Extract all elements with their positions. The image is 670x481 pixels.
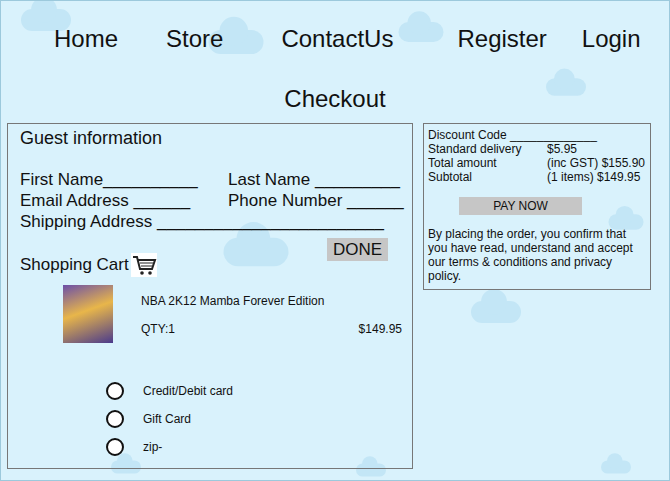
cloud-icon [111, 460, 141, 473]
discount-field[interactable]: Discount Code _____________ [428, 128, 646, 142]
checkout-main: Guest information First Name__________Las… [1, 113, 669, 469]
radio-button[interactable] [106, 382, 124, 400]
cloud-icon [399, 22, 444, 42]
page-title: Checkout [1, 85, 669, 113]
item-qty: QTY:1 [141, 322, 175, 336]
guest-panel: Guest information First Name__________Las… [7, 123, 413, 469]
nav-link[interactable]: Login [582, 25, 641, 53]
nav-link[interactable]: ContactUs [281, 25, 393, 53]
summary-label: Total amount [428, 156, 547, 170]
cart-header: Shopping Cart DONE [20, 238, 402, 277]
summary-label: Subtotal [428, 170, 547, 184]
payment-options: Credit/Debit cardGift Cardzip- [106, 377, 402, 461]
pay-now-button[interactable]: PAY NOW [459, 197, 582, 215]
summary-label: Standard delivery [428, 142, 547, 156]
form-field[interactable]: Last Name _________ [228, 169, 404, 190]
item-info: NBA 2K12 Mamba Forever Edition QTY:1 $149.… [141, 285, 402, 343]
product-image [63, 285, 113, 343]
form-field[interactable]: First Name__________ [20, 169, 228, 190]
item-name: NBA 2K12 Mamba Forever Edition [141, 294, 402, 308]
summary-panel: Discount Code _____________Standard deli… [423, 123, 651, 290]
cloud-icon [601, 460, 631, 473]
nav-link[interactable]: Register [457, 25, 546, 53]
summary-value: (1 items) $149.95 [547, 170, 646, 184]
payment-option[interactable]: Gift Card [106, 405, 402, 433]
nav-bar: Home Store ContactUs Register Login [1, 1, 669, 53]
cart-icon [131, 253, 157, 277]
form-field[interactable]: Email Address ______ [20, 190, 228, 211]
item-price: $149.95 [359, 322, 402, 336]
payment-option[interactable]: Credit/Debit card [106, 377, 402, 405]
summary-row: Subtotal(1 items) $149.95 [428, 170, 646, 184]
checkout-page: Home Store ContactUs Register Login Checkout G… [0, 0, 670, 481]
shipping-field[interactable]: Shipping Address _______________________… [20, 211, 404, 232]
radio-button[interactable] [106, 410, 124, 428]
nav-link[interactable]: Store [166, 25, 223, 53]
item-row: QTY:1 $149.95 [141, 322, 402, 336]
cloud-icon [224, 238, 289, 267]
summary-row: Standard delivery$5.95 [428, 142, 646, 156]
summary-row: Total amount(inc GST) $155.90 [428, 156, 646, 170]
cloud-icon [471, 301, 521, 323]
cart-item: NBA 2K12 Mamba Forever Edition QTY:1 $149.… [63, 285, 402, 343]
summary-value: $5.95 [547, 142, 646, 156]
form-field[interactable]: Phone Number ______ [228, 190, 404, 211]
terms-text: By placing the order, you confirm that y… [428, 227, 646, 283]
done-button[interactable]: DONE [327, 238, 388, 261]
nav-link[interactable]: Home [54, 25, 118, 53]
summary-value: (inc GST) $155.90 [547, 156, 646, 170]
guest-title: Guest information [20, 127, 402, 149]
radio-button[interactable] [106, 438, 124, 456]
payment-option[interactable]: zip- [106, 433, 402, 461]
cloud-icon [356, 463, 386, 476]
cart-title: Shopping Cart [20, 238, 157, 277]
guest-fields: First Name__________Last Name _________E… [20, 169, 402, 232]
cloud-icon [546, 78, 586, 96]
